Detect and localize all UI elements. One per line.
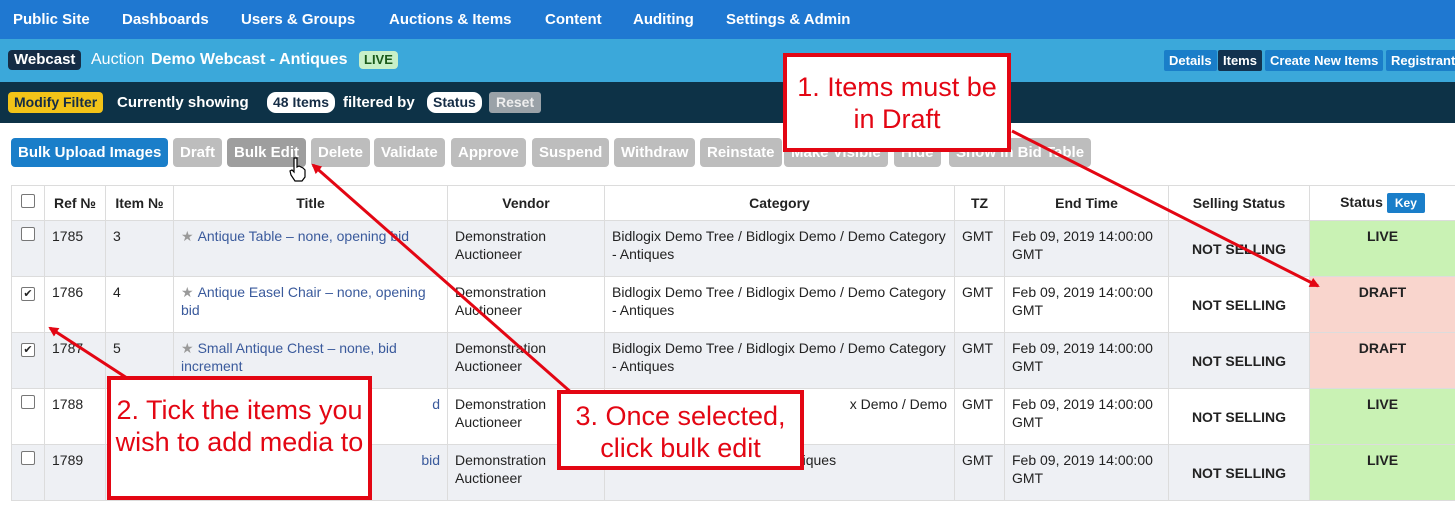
callout-bulk-edit: 3. Once selected, click bulk edit [557,390,804,470]
callout-draft: 1. Items must be in Draft [783,53,1011,152]
arrow-to-draft-status [1011,129,1320,288]
callout-tick-items: 2. Tick the items you wish to add media … [107,376,372,500]
arrow-to-checkboxes [48,326,131,382]
arrow-to-bulk-edit [311,163,574,396]
